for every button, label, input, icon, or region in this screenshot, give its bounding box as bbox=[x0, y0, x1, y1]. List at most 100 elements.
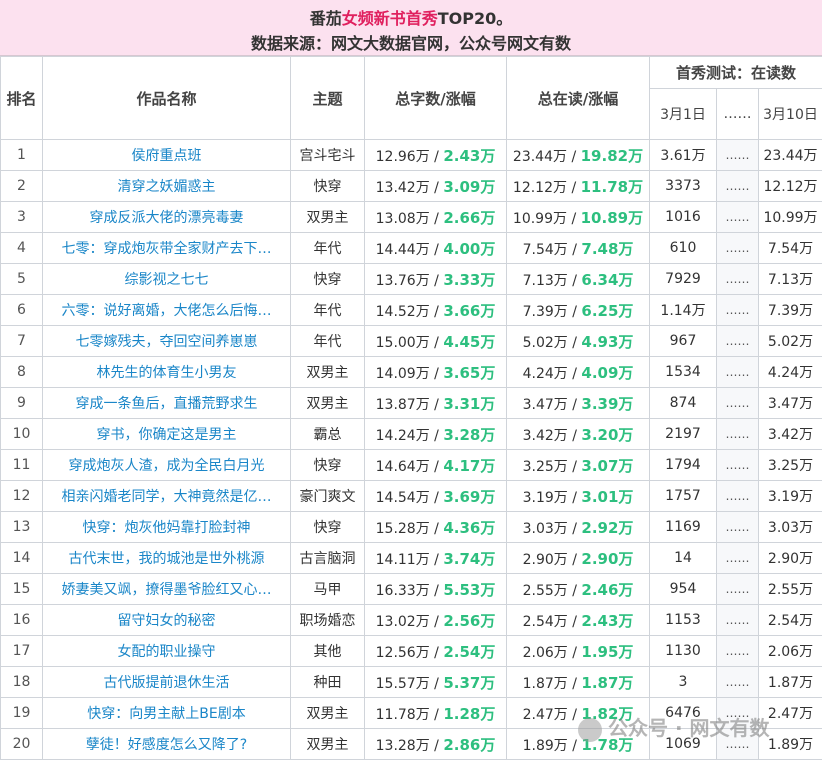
cell-name[interactable]: 快穿：炮灰他妈靠打脸封神 bbox=[43, 512, 291, 543]
rank-text: 19 bbox=[13, 705, 31, 721]
cell-name[interactable]: 综影视之七七 bbox=[43, 264, 291, 295]
readers-total: 10.99万 bbox=[513, 211, 567, 227]
cell-name[interactable]: 侯府重点班 bbox=[43, 140, 291, 171]
rank-text: 11 bbox=[13, 457, 31, 473]
cell-name[interactable]: 七零嫁残夫，夺回空间养崽崽 bbox=[43, 326, 291, 357]
rank-text: 7 bbox=[17, 333, 26, 349]
words-gain: 3.33万 bbox=[443, 271, 495, 289]
rank-text: 8 bbox=[17, 364, 26, 380]
day1-value: 1169 bbox=[665, 519, 701, 535]
cell-rank: 15 bbox=[1, 574, 43, 605]
day10-value: 2.06万 bbox=[768, 644, 813, 660]
cell-name[interactable]: 穿成一条鱼后，直播荒野求生 bbox=[43, 388, 291, 419]
title-prefix: 番茄 bbox=[310, 9, 342, 28]
cell-name[interactable]: 穿成炮灰人渣，成为全民白月光 bbox=[43, 450, 291, 481]
mid-value: …… bbox=[726, 334, 750, 348]
title-line2: 数据来源：网文大数据官网，公众号网文有数 bbox=[0, 30, 822, 54]
theme-text: 职场婚恋 bbox=[300, 613, 356, 629]
cell-name[interactable]: 快穿：向男主献上BE剧本 bbox=[43, 698, 291, 729]
theme-text: 年代 bbox=[314, 334, 342, 350]
book-title-link: 穿成一条鱼后，直播荒野求生 bbox=[76, 396, 258, 412]
cell-theme: 双男主 bbox=[291, 388, 365, 419]
table-row: 8林先生的体育生小男友双男主14.09万 / 3.65万4.24万 / 4.09… bbox=[1, 357, 822, 388]
mid-value: …… bbox=[726, 582, 750, 596]
cell-name[interactable]: 古代末世，我的城池是世外桃源 bbox=[43, 543, 291, 574]
cell-day10: 3.25万 bbox=[759, 450, 822, 481]
book-title-link: 孽徒！好感度怎么又降了? bbox=[86, 737, 247, 753]
theme-text: 霸总 bbox=[314, 427, 342, 443]
cell-day1: 1794 bbox=[650, 450, 717, 481]
cell-theme: 双男主 bbox=[291, 698, 365, 729]
theme-text: 快穿 bbox=[314, 520, 342, 536]
cell-name[interactable]: 娇妻美又飒，撩得墨爷脸红又心… bbox=[43, 574, 291, 605]
cell-day10: 12.12万 bbox=[759, 171, 822, 202]
cell-name[interactable]: 林先生的体育生小男友 bbox=[43, 357, 291, 388]
cell-day1: 1016 bbox=[650, 202, 717, 233]
cell-mid: …… bbox=[717, 357, 759, 388]
day10-value: 10.99万 bbox=[763, 210, 817, 226]
readers-gain: 7.48万 bbox=[581, 240, 633, 258]
col-day1-header: 3月1日 bbox=[650, 89, 717, 140]
day10-value: 7.13万 bbox=[768, 272, 813, 288]
readers-total: 3.25万 bbox=[523, 459, 568, 475]
table-row: 13快穿：炮灰他妈靠打脸封神快穿15.28万 / 4.36万3.03万 / 2.… bbox=[1, 512, 822, 543]
table-row: 9穿成一条鱼后，直播荒野求生双男主13.87万 / 3.31万3.47万 / 3… bbox=[1, 388, 822, 419]
words-gain: 3.31万 bbox=[443, 395, 495, 413]
cell-name[interactable]: 清穿之妖媚惑主 bbox=[43, 171, 291, 202]
cell-theme: 其他 bbox=[291, 636, 365, 667]
readers-total: 7.54万 bbox=[523, 242, 568, 258]
mid-value: …… bbox=[726, 458, 750, 472]
rank-text: 13 bbox=[13, 519, 31, 535]
words-total: 14.44万 bbox=[376, 242, 430, 258]
book-title-link: 穿书，你确定这是男主 bbox=[97, 427, 237, 443]
cell-rank: 10 bbox=[1, 419, 43, 450]
words-gain: 4.00万 bbox=[443, 240, 495, 258]
book-title-link: 快穿：炮灰他妈靠打脸封神 bbox=[83, 520, 251, 536]
cell-day10: 10.99万 bbox=[759, 202, 822, 233]
cell-day10: 3.47万 bbox=[759, 388, 822, 419]
cell-name[interactable]: 穿成反派大佬的漂亮毒妻 bbox=[43, 202, 291, 233]
readers-total: 2.90万 bbox=[523, 552, 568, 568]
cell-theme: 年代 bbox=[291, 326, 365, 357]
readers-total: 7.39万 bbox=[523, 304, 568, 320]
day1-value: 1757 bbox=[665, 488, 701, 504]
cell-mid: …… bbox=[717, 543, 759, 574]
cell-name[interactable]: 七零：穿成炮灰带全家财产去下… bbox=[43, 233, 291, 264]
cell-rank: 12 bbox=[1, 481, 43, 512]
cell-words: 12.96万 / 2.43万 bbox=[365, 140, 507, 171]
cell-name[interactable]: 穿书，你确定这是男主 bbox=[43, 419, 291, 450]
readers-gain: 2.43万 bbox=[581, 612, 633, 630]
cell-name[interactable]: 女配的职业操守 bbox=[43, 636, 291, 667]
readers-total: 2.55万 bbox=[523, 583, 568, 599]
cell-name[interactable]: 留守妇女的秘密 bbox=[43, 605, 291, 636]
readers-gain: 4.09万 bbox=[581, 364, 633, 382]
cell-name[interactable]: 古代版提前退休生活 bbox=[43, 667, 291, 698]
words-gain: 3.66万 bbox=[443, 302, 495, 320]
day10-value: 2.55万 bbox=[768, 582, 813, 598]
theme-text: 双男主 bbox=[307, 365, 349, 381]
book-title-link: 古代末世，我的城池是世外桃源 bbox=[69, 551, 265, 567]
theme-text: 其他 bbox=[314, 644, 342, 660]
cell-day10: 7.39万 bbox=[759, 295, 822, 326]
readers-total: 2.54万 bbox=[523, 614, 568, 630]
words-total: 12.56万 bbox=[376, 645, 430, 661]
title-suffix: TOP20。 bbox=[438, 9, 513, 28]
mid-value: …… bbox=[726, 210, 750, 224]
cell-name[interactable]: 六零：说好离婚，大佬怎么后悔… bbox=[43, 295, 291, 326]
cell-readers: 23.44万 / 19.82万 bbox=[507, 140, 650, 171]
cell-rank: 3 bbox=[1, 202, 43, 233]
cell-name[interactable]: 相亲闪婚老同学，大神竟然是亿… bbox=[43, 481, 291, 512]
table-row: 1侯府重点班宫斗宅斗12.96万 / 2.43万23.44万 / 19.82万3… bbox=[1, 140, 822, 171]
cell-rank: 6 bbox=[1, 295, 43, 326]
cell-day1: 1757 bbox=[650, 481, 717, 512]
words-gain: 4.17万 bbox=[443, 457, 495, 475]
col-readers-header: 总在读/涨幅 bbox=[507, 57, 650, 140]
cell-name[interactable]: 孽徒！好感度怎么又降了? bbox=[43, 729, 291, 760]
cell-readers: 7.39万 / 6.25万 bbox=[507, 295, 650, 326]
day10-value: 2.54万 bbox=[768, 613, 813, 629]
watermark: 公众号 · 网文有数 bbox=[578, 712, 770, 742]
table-row: 6六零：说好离婚，大佬怎么后悔…年代14.52万 / 3.66万7.39万 / … bbox=[1, 295, 822, 326]
mid-value: …… bbox=[726, 675, 750, 689]
readers-gain: 3.01万 bbox=[581, 488, 633, 506]
cell-rank: 1 bbox=[1, 140, 43, 171]
